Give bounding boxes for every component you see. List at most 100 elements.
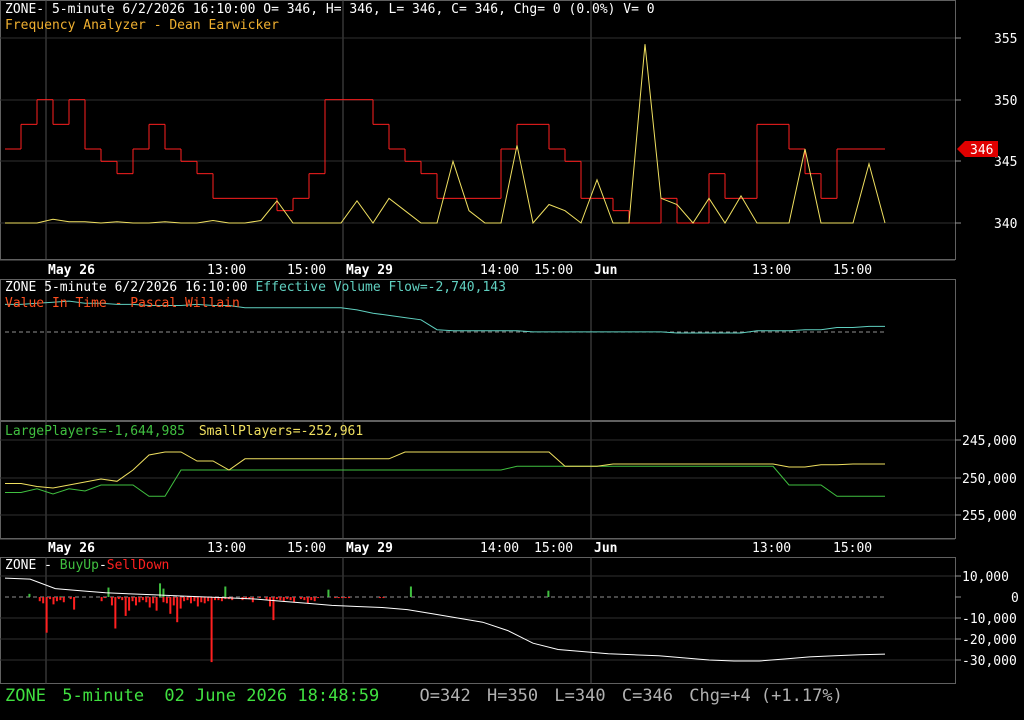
selldown-bar [38, 597, 41, 602]
players-tick-label: 255,000 [962, 509, 1017, 524]
selldown-bar [279, 597, 282, 601]
status-high: H=350 [486, 686, 539, 706]
selldown-bar [207, 597, 210, 602]
selldown-bar [176, 597, 179, 623]
price-gridlines [0, 37, 955, 224]
buysell-axis: 10,000 0 -10,000 -20,000 -30,000 [955, 570, 1019, 669]
time-tick-label: 15:00 [534, 263, 573, 278]
players-tick-label: 245,000 [962, 434, 1017, 449]
selldown-bar [104, 597, 107, 599]
price-panel-header: ZONE- 5-minute 6/2/2026 16:10:00 O= 346,… [5, 2, 655, 18]
selldown-bar [73, 597, 76, 610]
selldown-bar [52, 597, 55, 605]
selldown-bar [310, 597, 313, 601]
selldown-bar [303, 597, 306, 601]
selldown-bar [186, 597, 189, 601]
selldown-bar [193, 597, 196, 602]
selldown-bar [341, 597, 344, 599]
selldown-bar [269, 597, 272, 607]
small-players-value: SmallPlayers=-252,961 [198, 424, 364, 439]
selldown-bar [344, 597, 347, 599]
selldown-bar [131, 597, 134, 602]
selldown-bar [334, 597, 337, 599]
selldown-bar [117, 597, 120, 600]
selldown-bar [172, 597, 175, 606]
players-series-layer [5, 451, 885, 497]
flow-panel-indicator: Value In Time - Pascal Willain [5, 296, 240, 312]
time-tick-label: May 26 [48, 541, 95, 556]
selldown-bar [162, 597, 165, 603]
selldown-bar [128, 597, 131, 611]
selldown-bar [210, 597, 213, 663]
status-change: Chg=+4 (+1.17%) [689, 686, 843, 706]
selldown-bar [49, 597, 52, 600]
time-tick-label: 13:00 [207, 541, 246, 556]
players-axis: 245,000 250,000 255,000 [955, 434, 1017, 524]
flow-panel-info: ZONE 5-minute 6/2/2026 16:10:00 [5, 280, 248, 295]
large-players-value: LargePlayers=-1,644,985 [5, 424, 186, 439]
buyup-bar [327, 589, 330, 597]
selldown-bar [282, 597, 285, 602]
last-price-tag: 346 [957, 141, 998, 158]
selldown-bar [45, 597, 48, 633]
buyup-bar [28, 593, 31, 597]
selldown-bar [286, 597, 289, 600]
selldown-bar [258, 597, 261, 599]
selldown-bar [165, 597, 168, 604]
selldown-bar [200, 597, 203, 603]
price-tick-label: 350 [994, 94, 1017, 109]
indicator-name: Frequency Analyzer - Dean Earwicker [5, 18, 279, 33]
players-gridlines [0, 439, 955, 516]
selldown-bar [183, 597, 186, 602]
time-tick-label: 15:00 [287, 541, 326, 556]
selldown-bar [145, 597, 148, 603]
time-tick-label: Jun [594, 541, 617, 556]
buyup-bar [409, 586, 412, 597]
cumulative-line [4, 577, 886, 662]
status-symbol: ZONE [5, 686, 46, 706]
buysell-panel-header: ZONE - BuyUp-SellDown [5, 558, 169, 574]
buyup-bar [547, 590, 550, 597]
selldown-bar [42, 597, 45, 604]
selldown-bar [110, 597, 113, 606]
selldown-bar [289, 597, 292, 601]
selldown-bar [189, 597, 192, 604]
time-tick-label: 14:00 [480, 541, 519, 556]
time-tick-label: 15:00 [287, 263, 326, 278]
buysell-series-layer [4, 577, 886, 663]
selldown-bar [114, 597, 117, 629]
time-tick-label: 14:00 [480, 263, 519, 278]
price-panel-info: ZONE- 5-minute 6/2/2026 16:10:00 O= 346,… [5, 2, 655, 17]
players-panel-header: LargePlayers=-1,644,985 SmallPlayers=-25… [5, 424, 363, 440]
buysell-sep: - [98, 558, 107, 573]
selldown-bar [138, 597, 141, 603]
status-close: C=346 [621, 686, 674, 706]
buysell-tick-label: -20,000 [962, 633, 1017, 648]
buysell-tick-label: -10,000 [962, 612, 1017, 627]
status-bar: ZONE 5-minute 02 June 2026 18:48:59 O=34… [5, 684, 843, 708]
selldown-bar [169, 597, 172, 614]
selldown-bar [152, 597, 155, 604]
time-axis-top: May 26 13:00 15:00 May 29 14:00 15:00 Ju… [0, 259, 955, 279]
time-tick-label: Jun [594, 263, 617, 278]
time-tick-label: 15:00 [833, 263, 872, 278]
selldown-bar [134, 597, 137, 606]
time-tick-label: May 26 [48, 263, 95, 278]
selldown-bar [251, 597, 254, 603]
price-tick-label: 345 [994, 155, 1017, 170]
price-tick-label: 340 [994, 217, 1017, 232]
selldown-bar [299, 597, 302, 600]
buyup-label: BuyUp [59, 558, 99, 573]
buyup-bar [224, 586, 227, 597]
day-separators [45, 0, 592, 684]
selldown-bar [378, 597, 381, 599]
time-tick-label: 13:00 [752, 263, 791, 278]
flow-value: Effective Volume Flow=-2,740,143 [255, 280, 506, 295]
buysell-tick-label: 0 [1011, 591, 1019, 606]
price-series-layer [5, 44, 886, 225]
buysell-symbol: ZONE - [5, 558, 60, 573]
selldown-bar [317, 597, 320, 599]
indicator-name: Value In Time - Pascal Willain [5, 296, 240, 311]
last-price-label: 346 [970, 143, 993, 158]
selldown-label: SellDown [106, 558, 170, 573]
